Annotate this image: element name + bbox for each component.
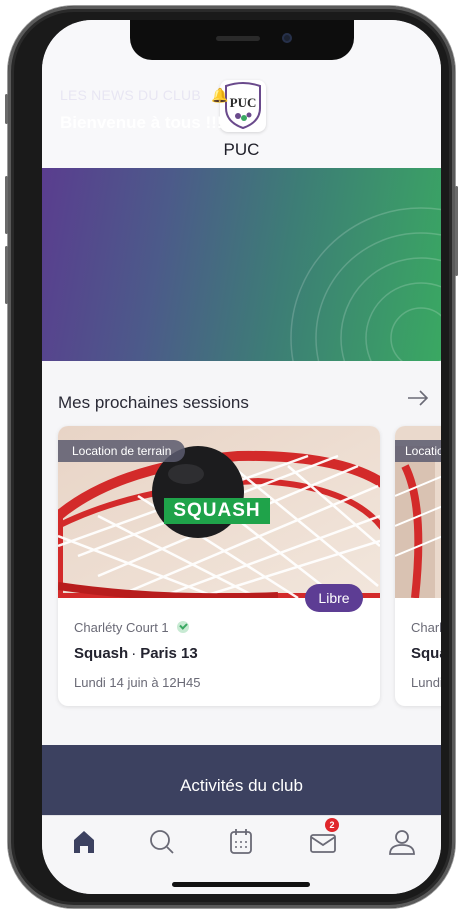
volume-up-button [5, 176, 8, 234]
arrow-right-icon[interactable] [406, 388, 430, 408]
sport-name-2: Squash [411, 645, 441, 662]
user-icon [389, 830, 415, 855]
power-button [455, 186, 458, 276]
session-card[interactable]: SQUASH Location de terrain Libre Charlét… [58, 426, 380, 706]
bell-icon: 🔔 [211, 87, 229, 103]
verified-check-icon [176, 621, 189, 633]
volume-down-button [5, 246, 8, 304]
sessions-title: Mes prochaines sessions [58, 393, 249, 412]
court-name: Charléty Court 1 [74, 620, 189, 635]
sport-location: Squash · Paris 13 [74, 645, 198, 662]
silent-switch [5, 94, 8, 124]
app-screen: PUC PUC LES NEWS DU CLUB 🔔 Bienvenue à t… [42, 20, 441, 894]
club-activities-section[interactable]: Activités du club [42, 745, 441, 815]
location-name: Paris 13 [140, 645, 198, 662]
session-date-2: Lundi 14 juin à 12H45 [411, 675, 441, 690]
home-icon [74, 831, 94, 853]
session-image: SQUASH Location de terrain [58, 426, 380, 598]
unread-badge: 2 [325, 818, 339, 832]
court-name-text: Charléty Court 1 [74, 620, 169, 635]
search-icon [150, 830, 174, 854]
session-card-2[interactable]: Location de terrain Charléty Court 1 Squ… [395, 426, 441, 706]
speaker [216, 36, 260, 41]
session-type-tag: Location de terrain [58, 440, 186, 462]
tab-messages[interactable]: 2 [303, 818, 343, 858]
tab-home[interactable] [64, 826, 104, 858]
news-banner[interactable] [42, 168, 441, 361]
separator-dot: · [131, 645, 137, 662]
court-name-2: Charléty Court 1 [411, 620, 441, 635]
session-type-tag-2: Location de terrain [395, 440, 441, 462]
notch [130, 20, 354, 60]
tab-profile[interactable] [382, 826, 422, 858]
logo-text: PUC [230, 95, 257, 110]
banner-pattern [290, 207, 441, 361]
camera [282, 33, 292, 43]
home-indicator[interactable] [172, 882, 310, 887]
tab-calendar[interactable] [221, 826, 261, 858]
tab-search[interactable] [142, 826, 182, 858]
club-name: PUC [223, 140, 260, 159]
calendar-icon [230, 829, 252, 854]
status-badge[interactable]: Libre [305, 584, 363, 612]
news-kicker: LES NEWS DU CLUB 🔔 [60, 87, 229, 104]
news-title[interactable]: Bienvenue à tous !!! [60, 113, 222, 133]
sport-image-label: SQUASH [164, 498, 270, 524]
sport-name: Squash [74, 645, 129, 662]
news-kicker-text: LES NEWS DU CLUB [60, 87, 201, 103]
mail-icon [310, 834, 336, 853]
session-image-2: Location de terrain [395, 426, 441, 598]
session-date: Lundi 14 juin à 12H45 [74, 675, 201, 690]
